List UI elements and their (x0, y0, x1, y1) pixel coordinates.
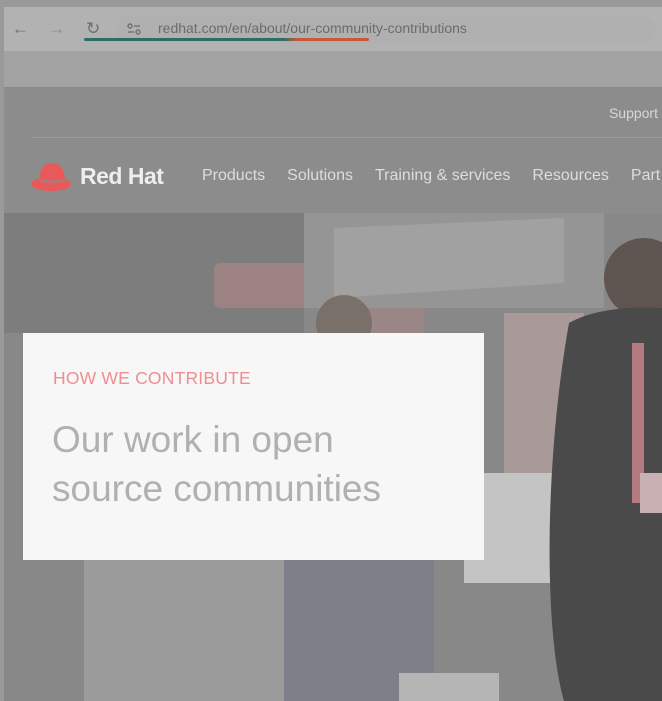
red-fedora-icon (31, 163, 71, 191)
hero-section: HOW WE CONTRIBUTE Our work in open sourc… (4, 213, 662, 701)
header-divider (32, 137, 662, 138)
hero-title-line-1: Our work in open (52, 419, 334, 460)
browser-chrome: ← → ↻ redhat.com/en/about/our-community-… (4, 7, 662, 87)
utility-bar: Support (4, 87, 662, 137)
page-load-progress-bar (84, 38, 369, 41)
nav-item-training-services[interactable]: Training & services (375, 167, 510, 185)
address-row: ← → ↻ redhat.com/en/about/our-community-… (4, 7, 662, 51)
red-hat-logo[interactable]: Red Hat (30, 157, 175, 197)
main-nav: Products Solutions Training & services Reso… (202, 167, 662, 185)
nav-item-partners[interactable]: Part (631, 167, 660, 185)
logo-text: Red Hat (80, 163, 164, 189)
support-link[interactable]: Support (609, 105, 658, 121)
hero-title: Our work in open source communities (52, 415, 472, 513)
site-info-icon[interactable] (126, 21, 144, 39)
back-arrow-icon[interactable]: ← (12, 19, 29, 39)
forward-arrow-icon[interactable]: → (48, 19, 65, 39)
nav-item-resources[interactable]: Resources (532, 167, 608, 185)
nav-item-products[interactable]: Products (202, 167, 265, 185)
toolbar-strip (4, 51, 662, 87)
hero-title-line-2: source communities (52, 468, 382, 509)
site-header: Support Red Hat Products Solutions Trainin… (4, 87, 662, 213)
reload-icon[interactable]: ↻ (86, 19, 100, 39)
hero-card: HOW WE CONTRIBUTE Our work in open sourc… (23, 333, 484, 560)
url-text[interactable]: redhat.com/en/about/our-community-contri… (158, 20, 467, 36)
hero-eyebrow: HOW WE CONTRIBUTE (53, 368, 251, 388)
nav-item-solutions[interactable]: Solutions (287, 167, 353, 185)
